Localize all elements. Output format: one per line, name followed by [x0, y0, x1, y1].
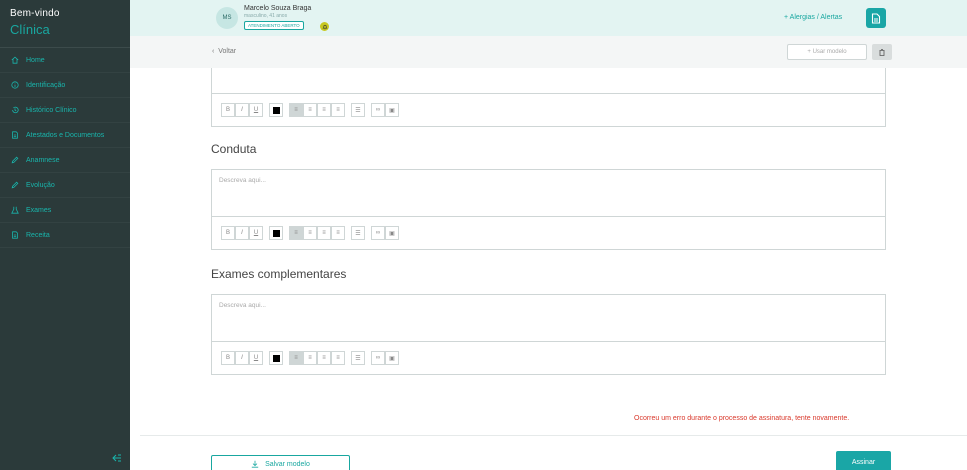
- home-icon: [10, 55, 20, 65]
- sidebar-item-label: Home: [26, 56, 45, 64]
- sidebar-item-label: Identificação: [26, 81, 66, 89]
- sidebar-item-identificacao[interactable]: Identificação: [0, 73, 130, 98]
- history-icon: [10, 105, 20, 115]
- rich-text-editor: Descreva aqui... B I U ≡ ≡ ≡ ≡ ☰ ∞ ▣: [211, 294, 886, 375]
- align-right-button[interactable]: ≡: [317, 226, 331, 240]
- document-button[interactable]: [866, 8, 886, 28]
- image-icon[interactable]: ▣: [385, 103, 399, 117]
- align-left-button[interactable]: ≡: [289, 226, 303, 240]
- link-icon[interactable]: ∞: [371, 226, 385, 240]
- patient-header: MS Marcelo Souza Braga masculino, 41 ano…: [130, 0, 967, 36]
- pencil-icon: [10, 180, 20, 190]
- sidebar-item-historico[interactable]: Histórico Clínico: [0, 98, 130, 123]
- avatar: MS: [216, 7, 238, 29]
- text-color-button[interactable]: [269, 226, 283, 240]
- sidebar-item-atestados[interactable]: Atestados e Documentos: [0, 123, 130, 148]
- list-button[interactable]: ☰: [351, 351, 365, 365]
- align-justify-button[interactable]: ≡: [331, 226, 345, 240]
- bold-button[interactable]: B: [221, 103, 235, 117]
- status-badge: ATENDIMENTO ABERTO: [244, 21, 304, 30]
- text-color-button[interactable]: [269, 351, 283, 365]
- main-content: B I U ≡ ≡ ≡ ≡ ☰ ∞ ▣ Conduta Descreva aqu…: [130, 68, 967, 470]
- image-icon[interactable]: ▣: [385, 351, 399, 365]
- rich-text-editor: Descreva aqui... B I U ≡ ≡ ≡ ≡ ☰ ∞ ▣: [211, 169, 886, 250]
- image-icon[interactable]: ▣: [385, 226, 399, 240]
- document-icon: [10, 230, 20, 240]
- sidebar-item-evolucao[interactable]: Evolução: [0, 173, 130, 198]
- section-title-conduta: Conduta: [211, 142, 257, 156]
- info-icon: [10, 80, 20, 90]
- align-left-button[interactable]: ≡: [289, 351, 303, 365]
- editor-textarea[interactable]: [212, 68, 885, 94]
- patient-info: masculino, 41 anos: [244, 13, 288, 19]
- underline-button[interactable]: U: [249, 351, 263, 365]
- chevron-left-icon: ‹: [212, 48, 215, 55]
- error-message: Ocorreu um erro durante o processo de as…: [634, 415, 850, 422]
- align-center-button[interactable]: ≡: [303, 351, 317, 365]
- align-center-button[interactable]: ≡: [303, 226, 317, 240]
- sidebar-item-label: Anamnese: [26, 156, 60, 164]
- download-icon: [251, 460, 259, 468]
- action-bar: ‹ Voltar + Usar modelo: [130, 36, 967, 68]
- link-icon[interactable]: ∞: [371, 351, 385, 365]
- sidebar-item-exames[interactable]: Exames: [0, 198, 130, 223]
- use-model-button[interactable]: + Usar modelo: [787, 44, 867, 60]
- alerts-link[interactable]: + Alergias / Alertas: [784, 14, 842, 21]
- pencil-icon: [10, 155, 20, 165]
- editor-textarea[interactable]: Descreva aqui...: [212, 170, 885, 217]
- sidebar-item-anamnese[interactable]: Anamnese: [0, 148, 130, 173]
- editor-textarea[interactable]: Descreva aqui...: [212, 295, 885, 342]
- align-justify-button[interactable]: ≡: [331, 103, 345, 117]
- brand-title: Bem-vindo: [10, 8, 60, 19]
- align-justify-button[interactable]: ≡: [331, 351, 345, 365]
- sidebar-item-label: Evolução: [26, 181, 55, 189]
- document-icon: [871, 12, 881, 24]
- save-model-label: Salvar modelo: [265, 460, 310, 468]
- section-title-exames: Exames complementares: [211, 267, 347, 281]
- delete-button[interactable]: [872, 44, 892, 60]
- sidebar-item-receita[interactable]: Receita: [0, 223, 130, 248]
- sidebar-item-label: Atestados e Documentos: [26, 131, 105, 139]
- sidebar-item-label: Exames: [26, 206, 52, 214]
- link-icon[interactable]: ∞: [371, 103, 385, 117]
- editor-toolbar: B I U ≡ ≡ ≡ ≡ ☰ ∞ ▣: [212, 217, 885, 249]
- document-icon: [10, 130, 20, 140]
- align-left-button[interactable]: ≡: [289, 103, 303, 117]
- align-right-button[interactable]: ≡: [317, 103, 331, 117]
- underline-button[interactable]: U: [249, 226, 263, 240]
- italic-button[interactable]: I: [235, 226, 249, 240]
- underline-button[interactable]: U: [249, 103, 263, 117]
- back-label: Voltar: [218, 48, 237, 55]
- bold-button[interactable]: B: [221, 351, 235, 365]
- sidebar-item-label: Receita: [26, 231, 50, 239]
- list-button[interactable]: ☰: [351, 103, 365, 117]
- trash-icon: [879, 48, 885, 56]
- patient-name: Marcelo Souza Braga: [244, 5, 312, 12]
- sign-button[interactable]: Assinar: [836, 451, 891, 470]
- back-link[interactable]: ‹ Voltar: [212, 48, 236, 55]
- text-color-button[interactable]: [269, 103, 283, 117]
- divider: [140, 435, 967, 436]
- align-right-button[interactable]: ≡: [317, 351, 331, 365]
- list-button[interactable]: ☰: [351, 226, 365, 240]
- collapse-icon[interactable]: [112, 454, 122, 462]
- sidebar-nav: Home Identificação Histórico Clínico Ate…: [0, 48, 130, 248]
- bold-button[interactable]: B: [221, 226, 235, 240]
- bell-icon[interactable]: [320, 22, 329, 31]
- editor-toolbar: B I U ≡ ≡ ≡ ≡ ☰ ∞ ▣: [212, 94, 885, 126]
- align-center-button[interactable]: ≡: [303, 103, 317, 117]
- brand: Bem-vindo Clínica: [0, 0, 130, 48]
- sidebar-item-home[interactable]: Home: [0, 48, 130, 73]
- editor-toolbar: B I U ≡ ≡ ≡ ≡ ☰ ∞ ▣: [212, 342, 885, 374]
- sidebar: Bem-vindo Clínica Home Identificação His…: [0, 0, 130, 470]
- italic-button[interactable]: I: [235, 103, 249, 117]
- rich-text-editor: B I U ≡ ≡ ≡ ≡ ☰ ∞ ▣: [211, 68, 886, 127]
- sidebar-item-label: Histórico Clínico: [26, 106, 77, 114]
- flask-icon: [10, 205, 20, 215]
- brand-subtitle: Clínica: [10, 22, 50, 37]
- italic-button[interactable]: I: [235, 351, 249, 365]
- save-model-button[interactable]: Salvar modelo: [211, 455, 350, 470]
